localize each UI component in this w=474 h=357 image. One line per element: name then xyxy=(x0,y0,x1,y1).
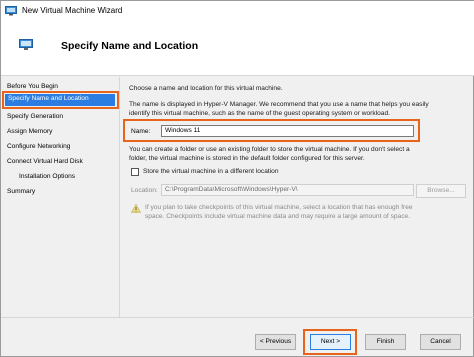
cancel-button[interactable]: Cancel xyxy=(420,334,461,350)
store-location-checkbox[interactable] xyxy=(131,168,139,176)
window-title: New Virtual Machine Wizard xyxy=(22,6,123,15)
warning-text-line-1: If you plan to take checkpoints of this … xyxy=(145,204,413,211)
description-line-1: The name is displayed in Hyper-V Manager… xyxy=(129,101,429,108)
step-assign-memory[interactable]: Assign Memory xyxy=(7,128,52,139)
step-specify-generation[interactable]: Specify Generation xyxy=(7,113,63,124)
monitor-icon xyxy=(19,39,33,50)
browse-button[interactable]: Browse... xyxy=(416,184,466,198)
step-summary[interactable]: Summary xyxy=(7,188,35,199)
folder-text-line-1: You can create a folder or use an existi… xyxy=(129,146,410,153)
warning-text-line-2: space. Checkpoints include virtual machi… xyxy=(145,213,410,220)
name-input[interactable]: Windows 11 xyxy=(161,125,414,137)
name-label: Name: xyxy=(131,128,151,135)
sidebar-divider xyxy=(119,77,120,317)
warning-icon xyxy=(131,204,141,213)
step-configure-networking[interactable]: Configure Networking xyxy=(7,143,70,154)
intro-text: Choose a name and location for this virt… xyxy=(129,85,283,92)
footer-divider xyxy=(1,317,474,318)
folder-text-line-2: folder, the virtual machine is stored in… xyxy=(129,155,365,162)
step-installation-options[interactable]: Installation Options xyxy=(19,173,75,184)
next-highlight-box xyxy=(303,329,357,355)
page-title: Specify Name and Location xyxy=(61,40,199,52)
hyper-v-icon xyxy=(5,5,17,15)
location-label: Location: xyxy=(131,187,158,194)
wizard-header: Specify Name and Location xyxy=(1,20,474,76)
title-bar: New Virtual Machine Wizard xyxy=(1,1,474,20)
wizard-window: New Virtual Machine Wizard Specify Name … xyxy=(0,0,474,357)
step-connect-vhd[interactable]: Connect Virtual Hard Disk xyxy=(7,158,83,169)
previous-button[interactable]: < Previous xyxy=(255,334,296,350)
description-line-2: identify this virtual machine, such as t… xyxy=(129,110,390,117)
store-location-label[interactable]: Store the virtual machine in a different… xyxy=(143,168,279,175)
finish-button[interactable]: Finish xyxy=(365,334,406,350)
location-input[interactable]: C:\ProgramData\Microsoft\Windows\Hyper-V… xyxy=(161,184,414,196)
step-highlight-box xyxy=(2,91,119,109)
